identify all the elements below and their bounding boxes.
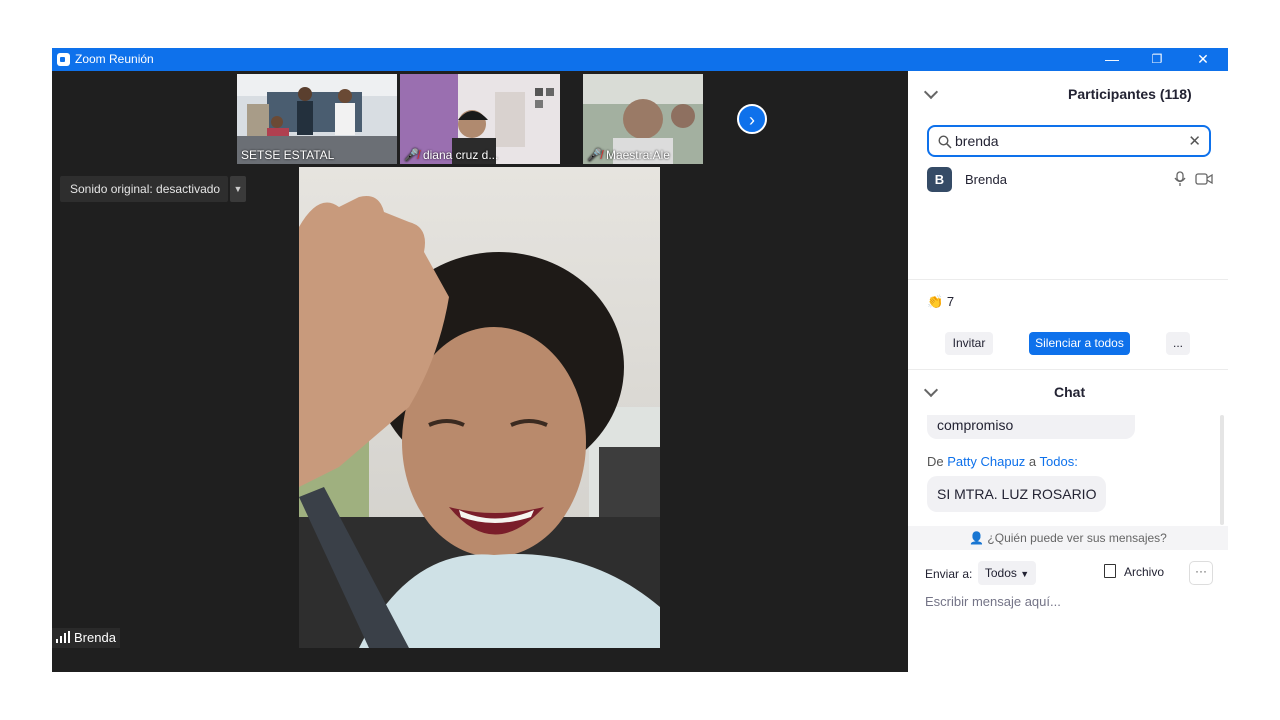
file-icon [1104, 564, 1116, 578]
active-speaker-video [299, 167, 660, 648]
chat-sender-line: De Patty Chapuz a Todos: [927, 454, 1078, 469]
speaker-video-feed [299, 167, 660, 648]
reaction-count: 7 [946, 294, 955, 309]
video-camera-icon[interactable] [1195, 173, 1213, 185]
clapping-hands-icon: 👏 [927, 294, 944, 309]
message-visibility-link[interactable]: 👤 ¿Quién puede ver sus mensajes? [908, 526, 1228, 550]
participant-search-input[interactable]: brenda ✕ [927, 125, 1211, 157]
collapse-chat-icon[interactable] [923, 382, 939, 398]
more-options-button[interactable]: ... [1166, 332, 1190, 355]
restore-button[interactable]: ❐ [1134, 48, 1180, 71]
recipient-value: Todos [984, 566, 1017, 580]
zoom-window: Zoom Reunión — ❐ ✕ SETSE ESTATAL 🎤̸ dian… [52, 48, 1228, 672]
mute-all-button[interactable]: Silenciar a todos [1029, 332, 1130, 355]
search-value: brenda [955, 133, 999, 149]
window-title: Zoom Reunión [75, 52, 154, 66]
person-icon: 👤 [969, 531, 985, 545]
close-button[interactable]: ✕ [1180, 48, 1226, 71]
mic-muted-icon: 🎤̸ [587, 148, 602, 162]
divider [908, 369, 1228, 370]
chevron-down-icon[interactable]: ▼ [230, 176, 246, 202]
avatar: B [927, 167, 952, 192]
visibility-text: ¿Quién puede ver sus mensajes? [987, 531, 1167, 545]
recipient-select[interactable]: Todos ▼ [978, 561, 1036, 585]
participants-title: Participantes (118) [1068, 86, 1192, 102]
thumbnail-label-text: diana cruz d... [422, 148, 499, 162]
sender-prefix: De [927, 454, 944, 469]
reaction-summary: 👏 7 [927, 294, 954, 310]
minimize-button[interactable]: — [1089, 48, 1135, 71]
thumbnail-name: SETSE ESTATAL [241, 148, 335, 162]
thumbnail-name: 🎤̸ Maestra:Ale [587, 148, 670, 162]
sender-mid: a [1028, 454, 1037, 469]
chat-message-input[interactable]: Escribir mensaje aquí... [925, 594, 1061, 609]
divider [908, 279, 1228, 280]
video-area: SETSE ESTATAL 🎤̸ diana cruz d... 🎤̸ Maes… [52, 71, 908, 672]
participant-thumbnail[interactable]: 🎤̸ Maestra:Ale [583, 74, 703, 164]
message-recipient[interactable]: Todos: [1040, 454, 1078, 469]
chat-more-button[interactable]: ··· [1189, 561, 1213, 585]
active-speaker-name: Brenda [74, 630, 116, 645]
participants-header: Participantes (118) [1068, 86, 1192, 102]
active-speaker-name-tag: Brenda [52, 628, 120, 648]
chat-message: SI MTRA. LUZ ROSARIO [927, 476, 1107, 512]
chat-scrollbar[interactable] [1220, 415, 1224, 525]
search-icon [938, 135, 952, 149]
file-label: Archivo [1124, 565, 1165, 579]
participant-thumbnail[interactable]: SETSE ESTATAL [237, 74, 397, 164]
participant-thumbnail[interactable]: 🎤̸ diana cruz d... [400, 74, 560, 164]
next-page-button[interactable]: › [737, 104, 767, 134]
thumbnail-label-text: Maestra:Ale [605, 148, 670, 162]
microphone-icon[interactable] [1174, 171, 1186, 187]
invite-button[interactable]: Invitar [945, 332, 993, 355]
clear-search-icon[interactable]: ✕ [1188, 132, 1201, 150]
collapse-participants-icon[interactable] [923, 84, 939, 100]
participant-name: Brenda [965, 172, 1007, 187]
chevron-down-icon: ▼ [1020, 569, 1030, 579]
mic-muted-icon: 🎤̸ [404, 148, 419, 162]
chat-title: Chat [1054, 384, 1086, 400]
zoom-logo-icon [57, 53, 70, 66]
chat-header: Chat [1054, 384, 1085, 400]
thumbnail-name: 🎤̸ diana cruz d... [404, 148, 498, 162]
signal-strength-icon [56, 631, 70, 643]
file-button[interactable]: Archivo [1104, 564, 1164, 579]
side-panel: Participantes (118) brenda ✕ B Brenda 👏 … [908, 71, 1228, 672]
sender-name[interactable]: Patty Chapuz [947, 454, 1025, 469]
send-to-label: Enviar a: [925, 567, 973, 581]
meeting-controls-strip [52, 648, 908, 672]
original-sound-button[interactable]: Sonido original: desactivado [60, 176, 228, 202]
chat-message: compromiso [927, 415, 1135, 439]
title-bar: Zoom Reunión — ❐ ✕ [52, 48, 1228, 71]
